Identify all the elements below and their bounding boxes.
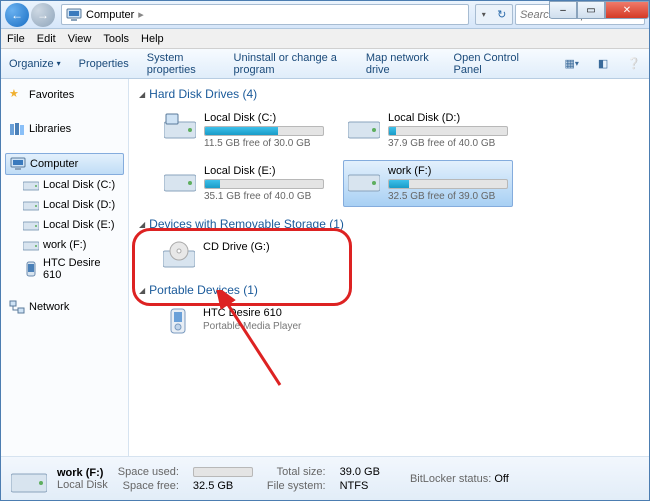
control-panel-button[interactable]: Open Control Panel (454, 52, 529, 76)
drive-free-text: 37.9 GB free of 40.0 GB (388, 138, 508, 149)
sidebar-libraries[interactable]: Libraries (5, 119, 124, 139)
chevron-down-icon: ▾ (57, 59, 61, 68)
drive-free-text: 11.5 GB free of 30.0 GB (204, 138, 324, 149)
cd-drive-item[interactable]: CD Drive (G:) (159, 237, 359, 273)
chevron-down-icon: ▾ (482, 10, 486, 19)
media-player-icon (163, 307, 195, 335)
portable-device-label: HTC Desire 610 (203, 307, 301, 319)
collapse-icon: ◢ (139, 286, 145, 295)
maximize-button[interactable]: ▭ (577, 1, 605, 19)
view-options-button[interactable]: ▦ ▾ (564, 56, 578, 72)
computer-icon (66, 8, 82, 22)
menu-view[interactable]: View (68, 33, 92, 45)
star-icon: ★ (9, 87, 25, 103)
status-fs-label: File system: (267, 480, 326, 492)
menu-help[interactable]: Help (141, 33, 164, 45)
minimize-button[interactable]: – (549, 1, 577, 19)
usage-bar (204, 179, 324, 189)
status-used-bar (193, 467, 253, 477)
usage-bar (204, 126, 324, 136)
portable-device-item[interactable]: HTC Desire 610 Portable Media Player (159, 303, 359, 339)
status-fs-value: NTFS (340, 480, 380, 492)
drive-label: Local Disk (E:) (204, 165, 324, 177)
menu-file[interactable]: File (7, 33, 25, 45)
drive-label: work (F:) (388, 165, 508, 177)
breadcrumb[interactable]: Computer ▸ (61, 4, 469, 25)
status-total-value: 39.0 GB (340, 466, 380, 478)
drive-icon (11, 464, 47, 494)
organize-button[interactable]: Organize ▾ (9, 58, 61, 70)
properties-button[interactable]: Properties (79, 58, 129, 70)
sidebar-computer[interactable]: Computer (5, 153, 124, 175)
chevron-right-icon: ▸ (138, 8, 144, 21)
portable-device-subtitle: Portable Media Player (203, 321, 301, 332)
cd-drive-label: CD Drive (G:) (203, 241, 355, 253)
nav-back-button[interactable]: ← (5, 3, 29, 27)
sidebar-network[interactable]: Network (5, 297, 124, 317)
system-properties-button[interactable]: System properties (147, 52, 216, 76)
status-drive-name: work (F:) (57, 467, 103, 479)
status-bitlocker-value: Off (494, 473, 508, 485)
drive-icon (23, 237, 39, 253)
refresh-icon[interactable]: ↻ (497, 8, 506, 21)
drive-icon (164, 112, 196, 140)
collapse-icon: ◢ (139, 220, 145, 229)
map-drive-button[interactable]: Map network drive (366, 52, 436, 76)
section-removable[interactable]: ◢Devices with Removable Storage (1) (139, 217, 639, 231)
content-pane: ◢Hard Disk Drives (4) Local Disk (C:) 11.… (129, 79, 649, 456)
drive-label: Local Disk (C:) (204, 112, 324, 124)
section-hdd[interactable]: ◢Hard Disk Drives (4) (139, 87, 639, 101)
status-free-label: Space free: (118, 480, 179, 492)
drive-label: Local Disk (D:) (388, 112, 508, 124)
computer-icon (10, 156, 26, 172)
sidebar-item-local-d[interactable]: Local Disk (D:) (5, 195, 124, 215)
status-total-label: Total size: (267, 466, 326, 478)
statusbar: work (F:) Local Disk Space used: Total s… (1, 456, 649, 500)
section-portable[interactable]: ◢Portable Devices (1) (139, 283, 639, 297)
menu-edit[interactable]: Edit (37, 33, 56, 45)
breadcrumb-label: Computer (86, 9, 134, 21)
sidebar-favorites[interactable]: ★ Favorites (5, 85, 124, 105)
status-drive-type: Local Disk (57, 479, 108, 491)
drive-free-text: 35.1 GB free of 40.0 GB (204, 191, 324, 202)
drive-icon (23, 197, 39, 213)
status-free-value: 32.5 GB (193, 480, 253, 492)
close-button[interactable]: ✕ (605, 1, 649, 19)
network-icon (9, 299, 25, 315)
drive-icon (164, 165, 196, 193)
drive-icon (23, 217, 39, 233)
preview-pane-button[interactable]: ◧ (597, 56, 609, 72)
uninstall-button[interactable]: Uninstall or change a program (234, 52, 348, 76)
drive-icon (348, 165, 380, 193)
status-bitlocker-label: BitLocker status: (410, 473, 491, 485)
usage-bar (388, 126, 508, 136)
toolbar: Organize ▾ Properties System properties … (1, 49, 649, 79)
cd-icon (163, 241, 195, 269)
libraries-icon (9, 121, 25, 137)
drive-item[interactable]: work (F:) 32.5 GB free of 39.0 GB (343, 160, 513, 207)
sidebar: ★ Favorites Libraries Computer Local Dis… (1, 79, 129, 456)
nav-forward-button[interactable]: → (31, 3, 55, 27)
sidebar-item-local-c[interactable]: Local Disk (C:) (5, 175, 124, 195)
help-button[interactable]: ❔ (627, 56, 641, 72)
menu-tools[interactable]: Tools (103, 33, 129, 45)
status-used-label: Space used: (118, 466, 179, 478)
collapse-icon: ◢ (139, 90, 145, 99)
sidebar-item-work-f[interactable]: work (F:) (5, 235, 124, 255)
drive-item[interactable]: Local Disk (E:) 35.1 GB free of 40.0 GB (159, 160, 329, 207)
sidebar-item-local-e[interactable]: Local Disk (E:) (5, 215, 124, 235)
drive-free-text: 32.5 GB free of 39.0 GB (388, 191, 508, 202)
usage-bar (388, 179, 508, 189)
menubar: File Edit View Tools Help (1, 29, 649, 49)
drive-item[interactable]: Local Disk (C:) 11.5 GB free of 30.0 GB (159, 107, 329, 154)
drive-item[interactable]: Local Disk (D:) 37.9 GB free of 40.0 GB (343, 107, 513, 154)
drive-icon (348, 112, 380, 140)
phone-icon (23, 261, 39, 277)
breadcrumb-dropdown[interactable]: ▾ ↻ (475, 4, 513, 25)
sidebar-item-htc[interactable]: HTC Desire 610 (5, 255, 124, 283)
drive-icon (23, 177, 39, 193)
